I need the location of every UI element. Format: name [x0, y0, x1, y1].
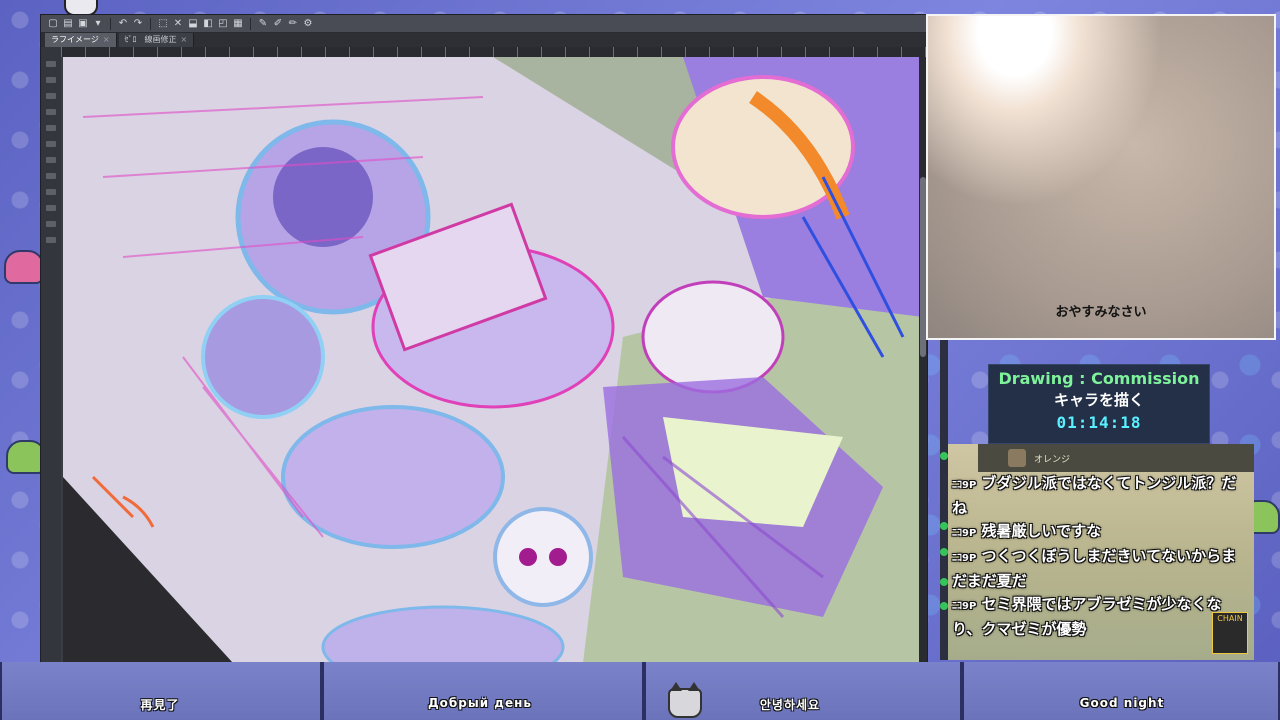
chevron-down-icon[interactable]: ▾ — [92, 18, 104, 30]
stream-title: Drawing : Commission — [998, 369, 1200, 388]
greeting-russian: Добрый день — [427, 696, 533, 710]
pencil-icon[interactable]: ✏ — [287, 18, 299, 30]
comment-prefix: ﾆｺ9 — [952, 601, 969, 612]
status-dot — [940, 452, 948, 460]
close-icon[interactable]: × — [181, 33, 188, 47]
comment-panel: オレンジ ﾆｺ9P ブダジル派ではなくてトンジル派？だね ﾆｺ9P 残暑厳しいで… — [948, 444, 1254, 660]
comment-text: セミ界隈ではアブラゼミが少なくなり、クマゼミが優勢 — [952, 595, 1222, 638]
greeting-korean: 안녕하세요 — [759, 698, 821, 712]
tool-slot[interactable] — [46, 189, 56, 195]
comment-suffix: P — [968, 601, 977, 612]
comment-item: ﾆｺ9P ブダジル派ではなくてトンジル派？だね — [952, 472, 1250, 520]
tool-slot[interactable] — [46, 125, 56, 131]
open-file-icon[interactable]: ▤ — [62, 18, 74, 30]
tab-label: ｾﾞﾛ 線画修正 — [124, 35, 177, 44]
tool-slot[interactable] — [46, 173, 56, 179]
bottom-greeting-bar: 再見了 Добрый день 안녕하세요 Good night — [0, 662, 1280, 720]
tool-sidebar — [41, 47, 61, 663]
comment-text: 残暑厳しいですな — [981, 522, 1102, 540]
tab-label: ラフイメージ — [51, 35, 99, 44]
tool-slot[interactable] — [46, 61, 56, 67]
status-dot — [940, 602, 948, 610]
toolbar-divider — [110, 17, 111, 30]
comment-text: ブダジル派ではなくてトンジル派？だね — [952, 474, 1237, 517]
greeting-segment — [962, 662, 1280, 720]
toolbar-divider — [250, 17, 251, 30]
greeting-chinese: 再見了 — [140, 698, 180, 712]
stream-timer: 01:14:18 — [1056, 413, 1142, 432]
new-file-icon[interactable]: ▢ — [47, 18, 59, 30]
status-dot — [940, 578, 948, 586]
toolbar-divider — [150, 17, 151, 30]
comment-suffix: P — [968, 528, 977, 539]
drawing-canvas[interactable] — [63, 57, 927, 663]
webcam-caption: おやすみなさい — [1055, 305, 1147, 320]
undo-icon[interactable]: ↶ — [117, 18, 129, 30]
save-icon[interactable]: ▣ — [77, 18, 89, 30]
comment-suffix: P — [968, 553, 977, 564]
comment-panel-header: オレンジ — [978, 444, 1254, 472]
canvas-tabs: ラフイメージ × ｾﾞﾛ 線画修正 × — [41, 33, 927, 47]
greeting-segment — [322, 662, 644, 720]
stream-subtitle: キャラを描く — [1053, 391, 1144, 409]
pen-icon[interactable]: ✎ — [257, 18, 269, 30]
tool-slot[interactable] — [46, 205, 56, 211]
artwork-sketch — [63, 57, 927, 663]
greeting-english: Good night — [1079, 696, 1165, 710]
settings-icon[interactable]: ⚙ — [302, 18, 314, 30]
tool-slot[interactable] — [46, 93, 56, 99]
comment-prefix: ﾆｺ9 — [952, 528, 969, 539]
comment-item: ﾆｺ9P つくつくぼうしまだきいてないからまだまだ夏だ — [952, 545, 1250, 593]
stream-info-panel: Drawing : Commission キャラを描く 01:14:18 — [988, 364, 1210, 444]
status-dot — [940, 548, 948, 556]
comment-text: つくつくぼうしまだきいてないからまだまだ夏だ — [952, 547, 1237, 590]
layer-icon[interactable]: ▦ — [232, 18, 244, 30]
tab-lineart-fix[interactable]: ｾﾞﾛ 線画修正 × — [118, 33, 195, 47]
tool-slot[interactable] — [46, 221, 56, 227]
tool-slot[interactable] — [46, 77, 56, 83]
tool-slot[interactable] — [46, 157, 56, 163]
comment-item: ﾆｺ9P 残暑厳しいですな — [952, 520, 1250, 545]
comment-prefix: ﾆｺ9 — [952, 480, 969, 491]
selection-icon[interactable]: ⬚ — [157, 18, 169, 30]
comment-item: ﾆｺ9P セミ界隈ではアブラゼミが少なくなり、クマゼミが優勢 — [952, 593, 1250, 641]
transform-icon[interactable]: ⬓ — [187, 18, 199, 30]
tab-rough-image[interactable]: ラフイメージ × — [45, 33, 117, 47]
clear-icon[interactable]: ✕ — [172, 18, 184, 30]
brush-icon[interactable]: ✐ — [272, 18, 284, 30]
horizontal-ruler — [61, 47, 927, 57]
avatar — [1008, 449, 1026, 467]
cat-mascot-icon — [668, 682, 702, 718]
comment-prefix: ﾆｺ9 — [952, 553, 969, 564]
tool-slot[interactable] — [46, 109, 56, 115]
close-icon[interactable]: × — [103, 33, 110, 47]
comment-list: ﾆｺ9P ブダジル派ではなくてトンジル派？だね ﾆｺ9P 残暑厳しいですな ﾆｺ… — [952, 472, 1250, 641]
tool-slot[interactable] — [46, 237, 56, 243]
background-mascot — [4, 250, 44, 284]
chat-status-strip — [940, 340, 948, 660]
app-toolbar: ▢ ▤ ▣ ▾ ↶ ↷ ⬚ ✕ ⬓ ◧ ◰ ▦ ✎ ✐ ✏ ⚙ — [41, 15, 927, 33]
comment-suffix: P — [968, 480, 977, 491]
chain-badge: CHAIN — [1212, 612, 1248, 654]
crop-icon[interactable]: ◰ — [217, 18, 229, 30]
header-label: オレンジ — [1034, 454, 1071, 465]
tool-slot[interactable] — [46, 141, 56, 147]
redo-icon[interactable]: ↷ — [132, 18, 144, 30]
fill-icon[interactable]: ◧ — [202, 18, 214, 30]
drawing-app-window: ▢ ▤ ▣ ▾ ↶ ↷ ⬚ ✕ ⬓ ◧ ◰ ▦ ✎ ✐ ✏ ⚙ ラフイメージ ×… — [40, 14, 928, 664]
status-dot — [940, 522, 948, 530]
webcam-feed: おやすみなさい — [926, 14, 1276, 340]
